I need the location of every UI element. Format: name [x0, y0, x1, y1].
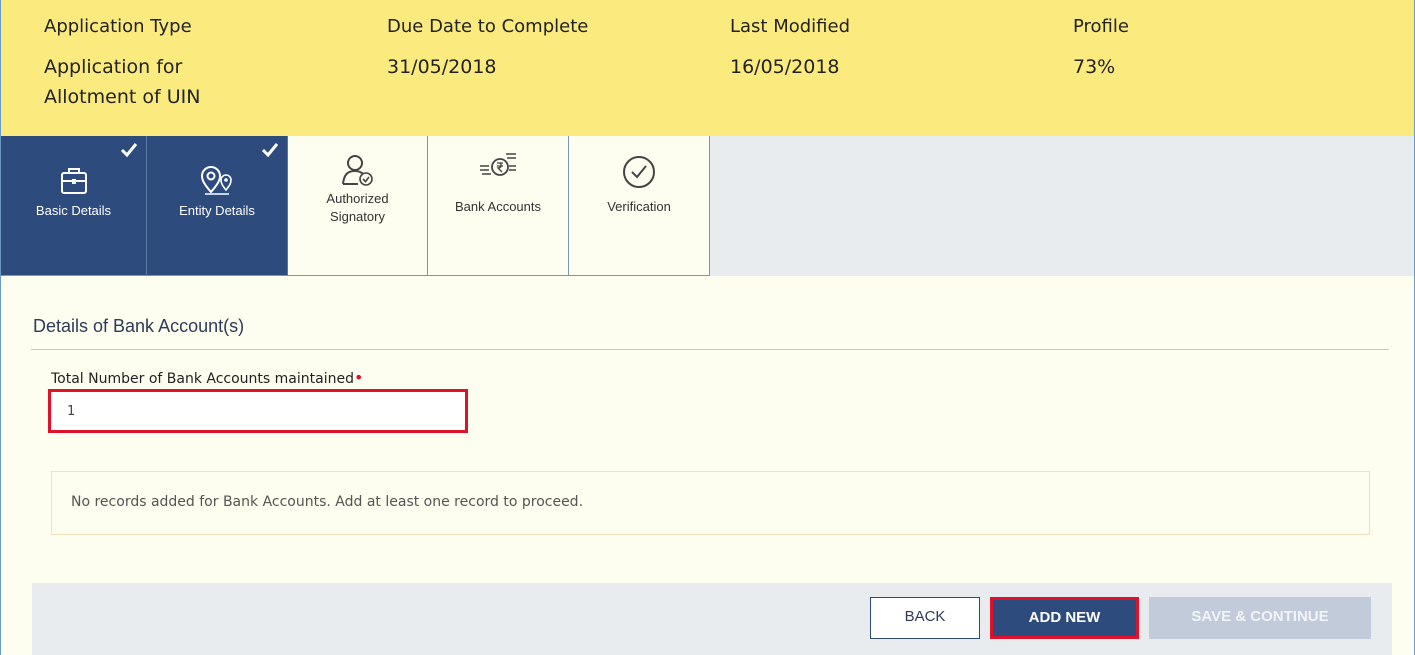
- profile-label: Profile: [1073, 16, 1129, 37]
- last-modified-label: Last Modified: [730, 16, 851, 37]
- location-pin-icon: [200, 166, 232, 195]
- due-date-value: 31/05/2018: [387, 56, 497, 78]
- required-indicator: •: [353, 368, 364, 387]
- completed-check-icon: [261, 143, 279, 158]
- tab-verification[interactable]: Verification: [569, 136, 710, 276]
- back-button[interactable]: BACK: [870, 597, 980, 639]
- application-type-value-line1: Application for: [44, 56, 183, 78]
- registration-tabs: Basic Details Entity Details Authorized …: [1, 136, 1414, 276]
- tab-bank-accounts[interactable]: Bank Accounts: [428, 136, 569, 276]
- application-type-column: Application Type Application for Allotme…: [44, 14, 294, 112]
- no-records-notice: No records added for Bank Accounts. Add …: [51, 471, 1370, 535]
- tab-label: Bank Accounts: [455, 199, 541, 214]
- tab-label: Verification: [607, 199, 671, 214]
- due-date-label: Due Date to Complete: [387, 16, 589, 37]
- completed-check-icon: [120, 143, 138, 158]
- last-modified-value: 16/05/2018: [730, 56, 840, 78]
- bank-accounts-panel: Details of Bank Account(s) Total Number …: [1, 276, 1414, 655]
- add-new-button[interactable]: ADD NEW: [990, 597, 1139, 639]
- application-type-value-line2: Allotment of UIN: [44, 86, 201, 108]
- check-circle-icon: [623, 156, 655, 188]
- profile-value: 73%: [1073, 56, 1116, 78]
- bank-rupee-icon: [480, 153, 516, 176]
- action-bar: BACK ADD NEW SAVE & CONTINUE: [32, 583, 1392, 655]
- tab-label-line1: Authorized: [326, 191, 389, 206]
- total-bank-accounts-input[interactable]: [51, 392, 465, 430]
- total-bank-accounts-label-text: Total Number of Bank Accounts maintained: [51, 371, 354, 387]
- total-bank-accounts-field-highlight: [48, 389, 468, 433]
- application-type-value: Application for Allotment of UIN: [44, 52, 294, 112]
- tab-label: Basic Details: [35, 203, 112, 218]
- tab-label-line2: Signatory: [330, 209, 385, 224]
- tab-basic-details[interactable]: Basic Details: [1, 136, 147, 276]
- tab-label: Entity Details: [179, 203, 255, 218]
- profile-column: Profile 73%: [1073, 14, 1373, 82]
- total-bank-accounts-label: Total Number of Bank Accounts maintained…: [51, 368, 363, 387]
- tab-authorized-signatory[interactable]: Authorized Signatory: [288, 136, 428, 276]
- tab-label: Authorized Signatory: [288, 190, 427, 226]
- section-divider: [31, 349, 1389, 350]
- no-records-notice-text: No records added for Bank Accounts. Add …: [71, 494, 584, 510]
- last-modified-column: Last Modified 16/05/2018: [730, 14, 1030, 82]
- application-type-label: Application Type: [44, 16, 192, 37]
- section-title: Details of Bank Account(s): [33, 316, 245, 336]
- tab-entity-details[interactable]: Entity Details: [147, 136, 288, 276]
- briefcase-icon: [60, 168, 87, 194]
- due-date-column: Due Date to Complete 31/05/2018: [387, 14, 687, 82]
- application-summary-header: Application Type Application for Allotme…: [1, 0, 1414, 136]
- save-continue-button[interactable]: SAVE & CONTINUE: [1149, 597, 1371, 639]
- signatory-icon: [341, 155, 373, 186]
